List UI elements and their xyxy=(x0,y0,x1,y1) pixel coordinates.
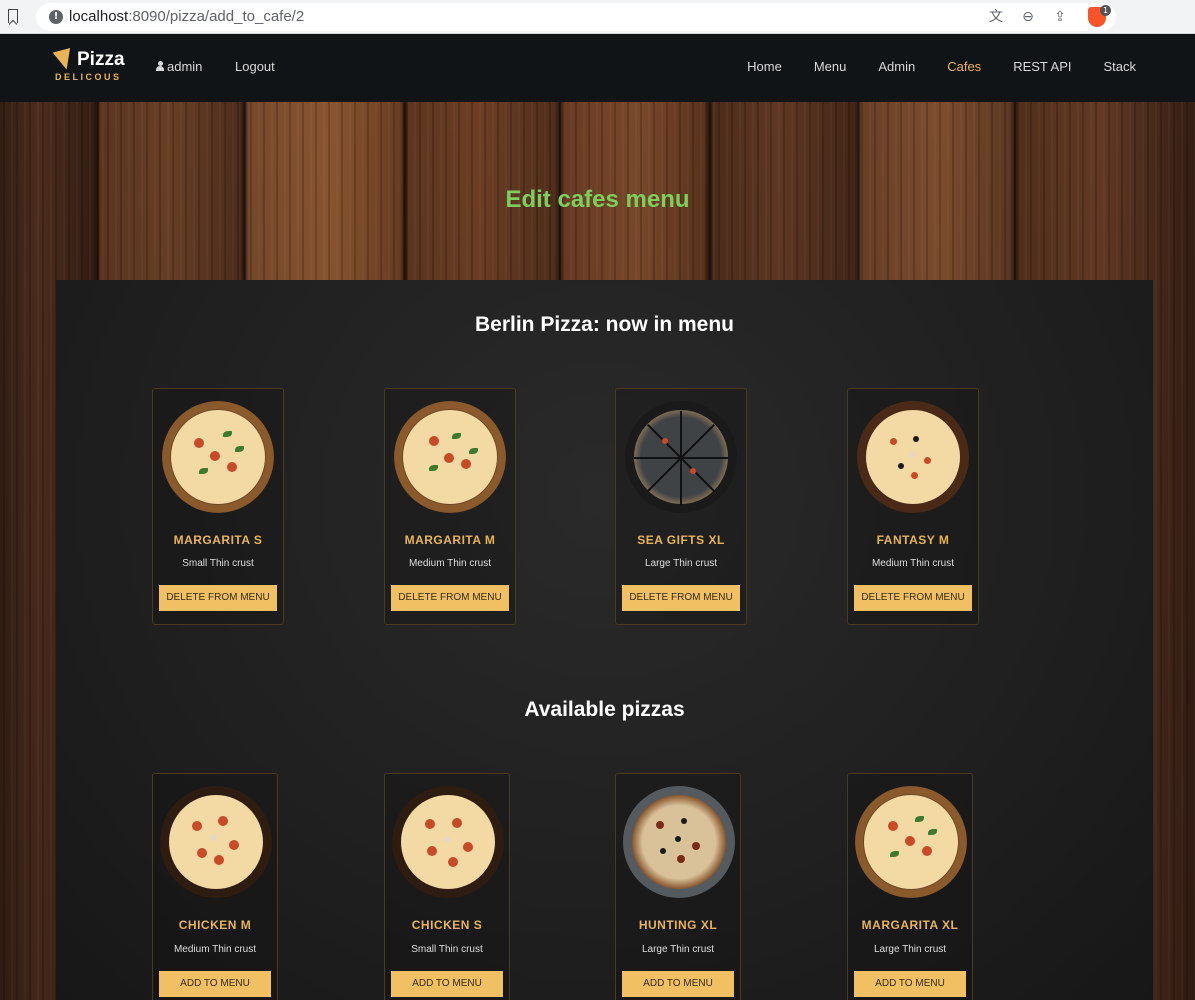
menu-pizza-card: SEA GIFTS XL Large Thin crust DELETE FRO… xyxy=(615,388,747,625)
bookmark-icon[interactable] xyxy=(8,9,18,23)
pizza-image xyxy=(623,786,735,898)
shields-badge: 1 xyxy=(1100,5,1111,16)
available-pizza-card: CHICKEN S Small Thin crust ADD TO MENU xyxy=(384,773,510,1000)
delete-from-menu-button[interactable]: DELETE FROM MENU xyxy=(159,585,277,611)
menu-pizza-card: FANTASY M Medium Thin crust DELETE FROM … xyxy=(847,388,979,625)
nav-home[interactable]: Home xyxy=(747,59,782,74)
pizza-name: CHICKEN S xyxy=(411,918,483,932)
in-menu-title: Berlin Pizza: now in menu xyxy=(474,313,735,336)
pizza-image xyxy=(392,786,504,898)
pizza-name: HUNTING XL xyxy=(638,918,718,932)
share-icon[interactable]: ⇪ xyxy=(1050,7,1070,27)
add-to-menu-button[interactable]: ADD TO MENU xyxy=(159,971,271,997)
site-info-icon[interactable]: ! xyxy=(49,10,63,24)
pizza-name: MARGARITA XL xyxy=(861,918,959,932)
pizza-image xyxy=(855,786,967,898)
pizza-description: Medium Thin crust xyxy=(871,558,955,569)
logout-link[interactable]: Logout xyxy=(235,59,275,74)
pizza-image xyxy=(162,401,274,513)
page-title: Edit cafes menu xyxy=(505,186,690,213)
omnibox-actions: ⽂ ⊖ ⇪ 1 xyxy=(986,5,1111,27)
pizza-description: Large Thin crust xyxy=(641,944,715,955)
brave-shields-icon[interactable]: 1 xyxy=(1088,5,1111,27)
url-path: :8090/pizza/add_to_cafe/2 xyxy=(128,8,305,25)
pizza-description: Small Thin crust xyxy=(411,944,483,955)
nav-stack[interactable]: Stack xyxy=(1103,59,1136,74)
pizza-name: SEA GIFTS XL xyxy=(637,533,725,547)
nav-cafes[interactable]: Cafes xyxy=(947,59,981,74)
address-bar[interactable]: ! localhost:8090/pizza/add_to_cafe/2 ⽂ ⊖… xyxy=(36,3,1116,31)
pizza-image xyxy=(625,401,737,513)
logo-title: Pizza xyxy=(77,49,125,70)
add-to-menu-button[interactable]: ADD TO MENU xyxy=(391,971,503,997)
nav-menu: Home Menu Admin Cafes REST API Stack xyxy=(715,59,1136,74)
pizza-name: MARGARITA M xyxy=(404,533,496,547)
pizza-description: Large Thin crust xyxy=(873,944,947,955)
pizza-image xyxy=(394,401,506,513)
delete-from-menu-button[interactable]: DELETE FROM MENU xyxy=(854,585,972,611)
delete-from-menu-button[interactable]: DELETE FROM MENU xyxy=(391,585,509,611)
available-title: Available pizzas xyxy=(524,698,685,721)
available-pizza-card: HUNTING XL Large Thin crust ADD TO MENU xyxy=(615,773,741,1000)
user-link[interactable]: admin xyxy=(156,59,202,74)
nav-rest-api[interactable]: REST API xyxy=(1013,59,1071,74)
pizza-description: Medium Thin crust xyxy=(173,944,257,955)
pizza-slice-icon xyxy=(52,48,76,72)
user-icon xyxy=(156,61,164,71)
browser-toolbar: ! localhost:8090/pizza/add_to_cafe/2 ⽂ ⊖… xyxy=(0,0,1195,34)
pizza-description: Medium Thin crust xyxy=(408,558,492,569)
pizza-name: CHICKEN M xyxy=(178,918,252,932)
pizza-name: FANTASY M xyxy=(876,533,950,547)
pizza-name: MARGARITA S xyxy=(173,533,263,547)
nav-menu-link[interactable]: Menu xyxy=(814,59,847,74)
pizza-image xyxy=(160,786,272,898)
pizza-description: Large Thin crust xyxy=(644,558,718,569)
add-to-menu-button[interactable]: ADD TO MENU xyxy=(622,971,734,997)
url-text[interactable]: localhost:8090/pizza/add_to_cafe/2 xyxy=(69,8,304,25)
site-navbar: Pizza DELICOUS admin Logout Home Menu Ad… xyxy=(0,34,1195,102)
add-to-menu-button[interactable]: ADD TO MENU xyxy=(854,971,966,997)
available-pizza-card: MARGARITA XL Large Thin crust ADD TO MEN… xyxy=(847,773,973,1000)
available-pizza-card: CHICKEN M Medium Thin crust ADD TO MENU xyxy=(152,773,278,1000)
translate-icon[interactable]: ⽂ xyxy=(986,7,1006,27)
menu-pizza-card: MARGARITA M Medium Thin crust DELETE FRO… xyxy=(384,388,516,625)
zoom-icon[interactable]: ⊖ xyxy=(1018,7,1038,27)
pizza-description: Small Thin crust xyxy=(182,558,254,569)
nav-admin[interactable]: Admin xyxy=(878,59,915,74)
pizza-image xyxy=(857,401,969,513)
url-host: localhost xyxy=(69,8,129,25)
site-logo[interactable]: Pizza DELICOUS xyxy=(52,48,135,88)
delete-from-menu-button[interactable]: DELETE FROM MENU xyxy=(622,585,740,611)
logo-subtitle: DELICOUS xyxy=(55,72,122,82)
user-name: admin xyxy=(167,59,203,74)
menu-pizza-card: MARGARITA S Small Thin crust DELETE FROM… xyxy=(152,388,284,625)
